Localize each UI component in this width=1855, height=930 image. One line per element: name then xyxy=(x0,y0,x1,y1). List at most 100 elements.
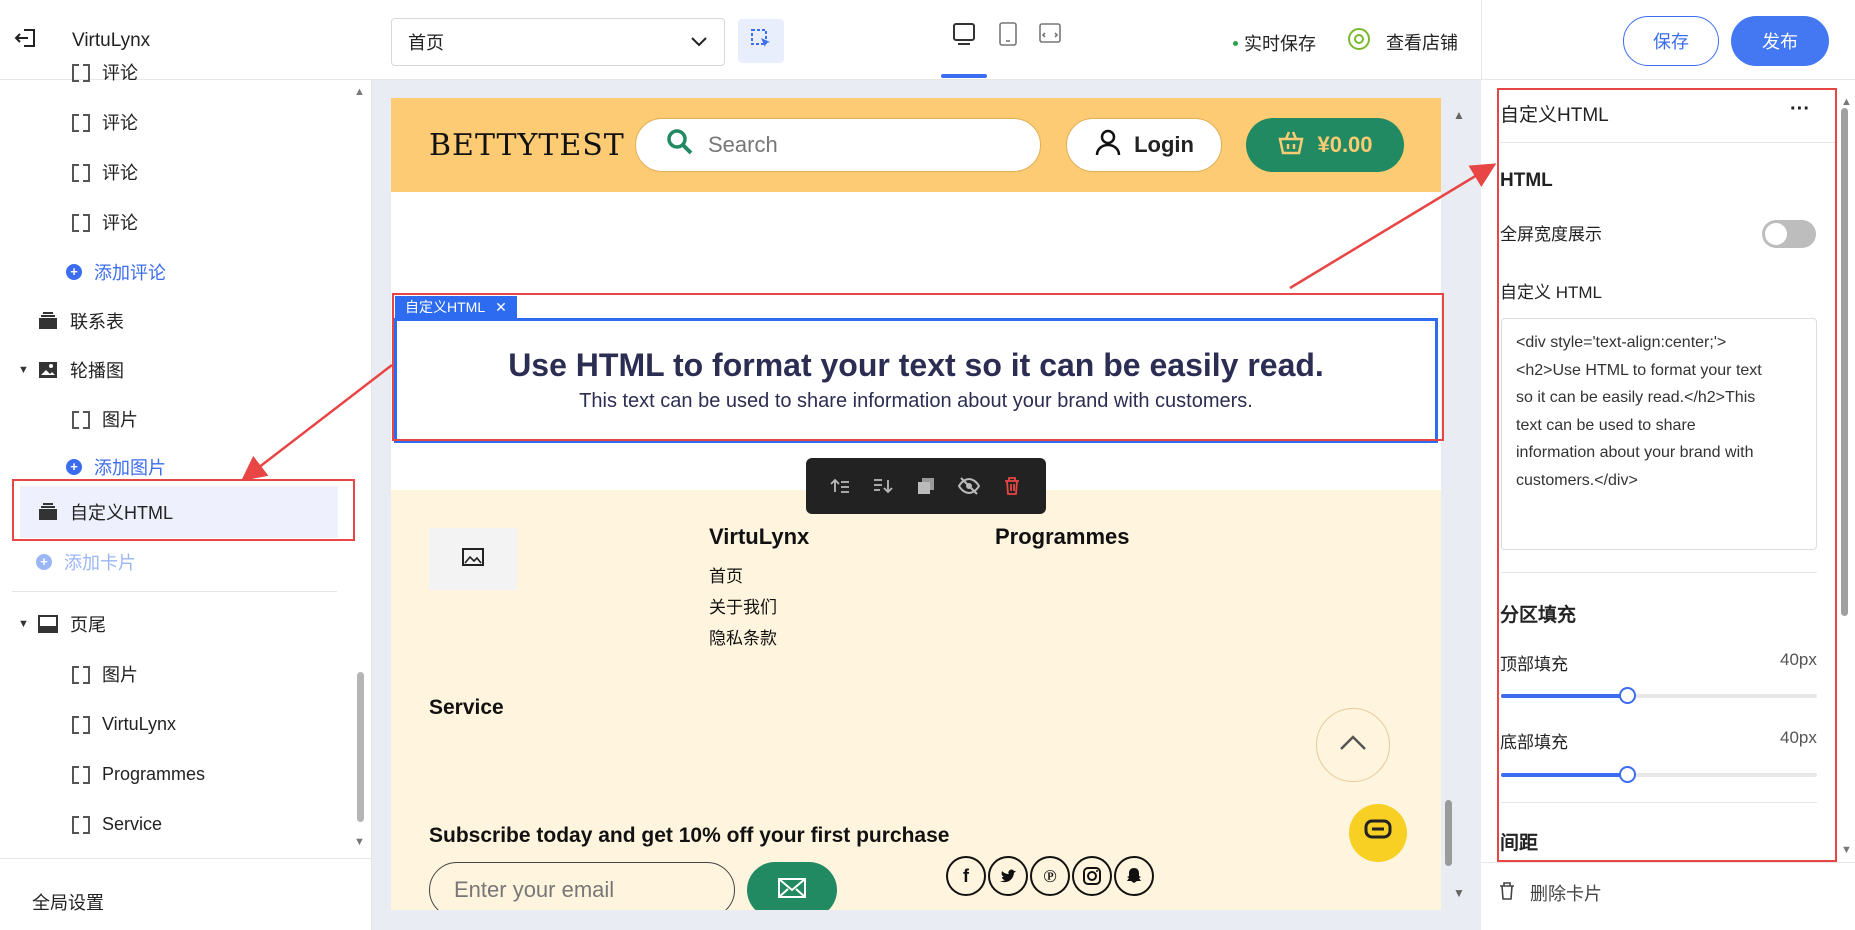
chevron-up-icon xyxy=(1338,734,1368,757)
pinterest-icon[interactable]: ℗ xyxy=(1030,856,1070,896)
panel-scroll-down-icon[interactable]: ▼ xyxy=(1841,844,1852,856)
tree-item-label: 评论 xyxy=(102,63,138,82)
desktop-icon xyxy=(951,21,977,52)
top-bar: VirtuLynx 首页 实时保存 查看店铺 保存 发布 xyxy=(0,0,1855,80)
scroll-up-icon[interactable]: ▲ xyxy=(354,86,365,98)
footer-link[interactable]: 隐私条款 xyxy=(709,624,777,649)
delete-card-button[interactable]: 删除卡片 xyxy=(1498,880,1602,906)
envelope-icon xyxy=(777,877,807,904)
cart-button[interactable]: ¥0.00 xyxy=(1246,118,1404,172)
view-store-link[interactable]: 查看店铺 xyxy=(1346,26,1458,57)
tree-section-label: 页尾 xyxy=(70,615,106,635)
site-footer: VirtuLynx 首页 关于我们 隐私条款 Programmes Servic… xyxy=(391,490,1441,910)
trash-icon xyxy=(1498,881,1516,906)
scroll-down-icon[interactable]: ▼ xyxy=(354,836,365,848)
canvas-scroll-down-icon[interactable]: ▼ xyxy=(1453,886,1465,900)
highlight-box xyxy=(1497,88,1837,862)
tree-item-label: Programmes xyxy=(102,763,206,784)
tree-section-contact-form[interactable]: 联系表 xyxy=(38,303,124,339)
fit-view-button[interactable] xyxy=(1034,20,1066,52)
footer-image-placeholder[interactable] xyxy=(429,528,517,590)
block-icon xyxy=(72,63,90,82)
subscribe-title: Subscribe today and get 10% off your fir… xyxy=(429,824,950,847)
block-icon xyxy=(72,765,90,784)
block-icon xyxy=(72,410,90,429)
tree-section-carousel[interactable]: 轮播图 xyxy=(38,352,124,388)
image-icon xyxy=(38,361,58,379)
page-select-value: 首页 xyxy=(408,33,444,53)
tree-item-label: 评论 xyxy=(102,163,138,183)
highlight-box xyxy=(392,293,1444,441)
tree-item-review[interactable]: 评论 xyxy=(72,62,138,82)
chevron-down-icon xyxy=(690,32,708,53)
canvas-scroll-up-icon[interactable]: ▲ xyxy=(1453,108,1465,122)
subscribe-button[interactable] xyxy=(747,862,837,910)
expand-caret-icon[interactable]: ▼ xyxy=(18,618,29,630)
instagram-icon[interactable] xyxy=(1072,856,1112,896)
view-store-label: 查看店铺 xyxy=(1386,32,1458,53)
tree-item-review[interactable]: 评论 xyxy=(72,204,138,240)
move-down-icon[interactable] xyxy=(870,474,896,498)
global-settings-button[interactable]: 全局设置 xyxy=(0,858,372,930)
chat-button[interactable] xyxy=(1349,804,1407,862)
block-icon xyxy=(72,113,90,132)
block-icon xyxy=(72,665,90,684)
desktop-view-button[interactable] xyxy=(948,20,980,52)
tree-item-label: Service xyxy=(102,813,163,834)
cursor-select-icon xyxy=(749,27,773,56)
chat-bubble-icon xyxy=(1363,818,1393,849)
tree-divider xyxy=(12,591,337,592)
autosave-status: 实时保存 xyxy=(1233,30,1316,56)
exit-icon[interactable] xyxy=(12,24,40,52)
tree-item-footer-programmes[interactable]: Programmes xyxy=(72,756,205,792)
plus-circle-icon: + xyxy=(66,264,82,280)
settings-scrollbar[interactable] xyxy=(1841,108,1848,616)
footer-link[interactable]: 首页 xyxy=(709,562,743,587)
trash-icon[interactable] xyxy=(999,474,1025,498)
tree-item-review[interactable]: 评论 xyxy=(72,104,138,140)
site-search-input[interactable]: Search xyxy=(635,118,1041,172)
footer-link[interactable]: 关于我们 xyxy=(709,593,777,618)
footer-service-title: Service xyxy=(429,696,504,719)
settings-divider xyxy=(1481,862,1855,863)
scroll-to-top-button[interactable] xyxy=(1316,708,1390,782)
email-input[interactable]: Enter your email xyxy=(429,862,735,910)
site-header: BETTYTEST Search Login ¥0.00 xyxy=(391,98,1441,192)
canvas-scrollbar[interactable] xyxy=(1445,800,1452,866)
tree-item-label: VirtuLynx xyxy=(102,713,177,734)
page-select[interactable]: 首页 xyxy=(391,18,725,66)
search-icon xyxy=(666,128,694,162)
tree-item-label: 评论 xyxy=(102,113,138,133)
tree-section-footer[interactable]: 页尾 xyxy=(38,606,106,642)
block-icon xyxy=(72,163,90,182)
facebook-icon[interactable]: f xyxy=(946,856,986,896)
tree-item-footer-service[interactable]: Service xyxy=(72,806,162,842)
left-panel-scrollbar[interactable] xyxy=(357,672,364,822)
tree-item-footer-image[interactable]: 图片 xyxy=(72,656,138,692)
element-select-tool[interactable] xyxy=(738,19,784,63)
plus-circle-icon: + xyxy=(36,554,52,570)
block-toolbar xyxy=(806,458,1046,514)
tablet-view-button[interactable] xyxy=(992,20,1024,52)
footer-col-title: Programmes xyxy=(995,524,1130,549)
move-up-icon[interactable] xyxy=(827,474,853,498)
tree-item-label: 评论 xyxy=(102,213,138,233)
block-icon xyxy=(72,715,90,734)
tree-item-image[interactable]: 图片 xyxy=(72,401,138,437)
expand-caret-icon[interactable]: ▼ xyxy=(18,364,29,376)
site-brand[interactable]: BETTYTEST xyxy=(429,128,625,163)
add-review-button[interactable]: + 添加评论 xyxy=(66,254,166,290)
hide-icon[interactable] xyxy=(956,474,982,498)
login-button[interactable]: Login xyxy=(1066,118,1222,172)
publish-button[interactable]: 发布 xyxy=(1731,16,1829,66)
tree-section-label: 轮播图 xyxy=(70,361,124,381)
snapchat-icon[interactable] xyxy=(1114,856,1154,896)
duplicate-icon[interactable] xyxy=(913,474,939,498)
app-title: VirtuLynx xyxy=(72,30,151,51)
panel-scroll-up-icon[interactable]: ▲ xyxy=(1841,96,1852,108)
add-card-button[interactable]: + 添加卡片 xyxy=(36,544,136,580)
save-button[interactable]: 保存 xyxy=(1623,16,1719,66)
tree-item-review[interactable]: 评论 xyxy=(72,154,138,190)
twitter-icon[interactable] xyxy=(988,856,1028,896)
tree-item-footer-virtulynx[interactable]: VirtuLynx xyxy=(72,706,176,742)
